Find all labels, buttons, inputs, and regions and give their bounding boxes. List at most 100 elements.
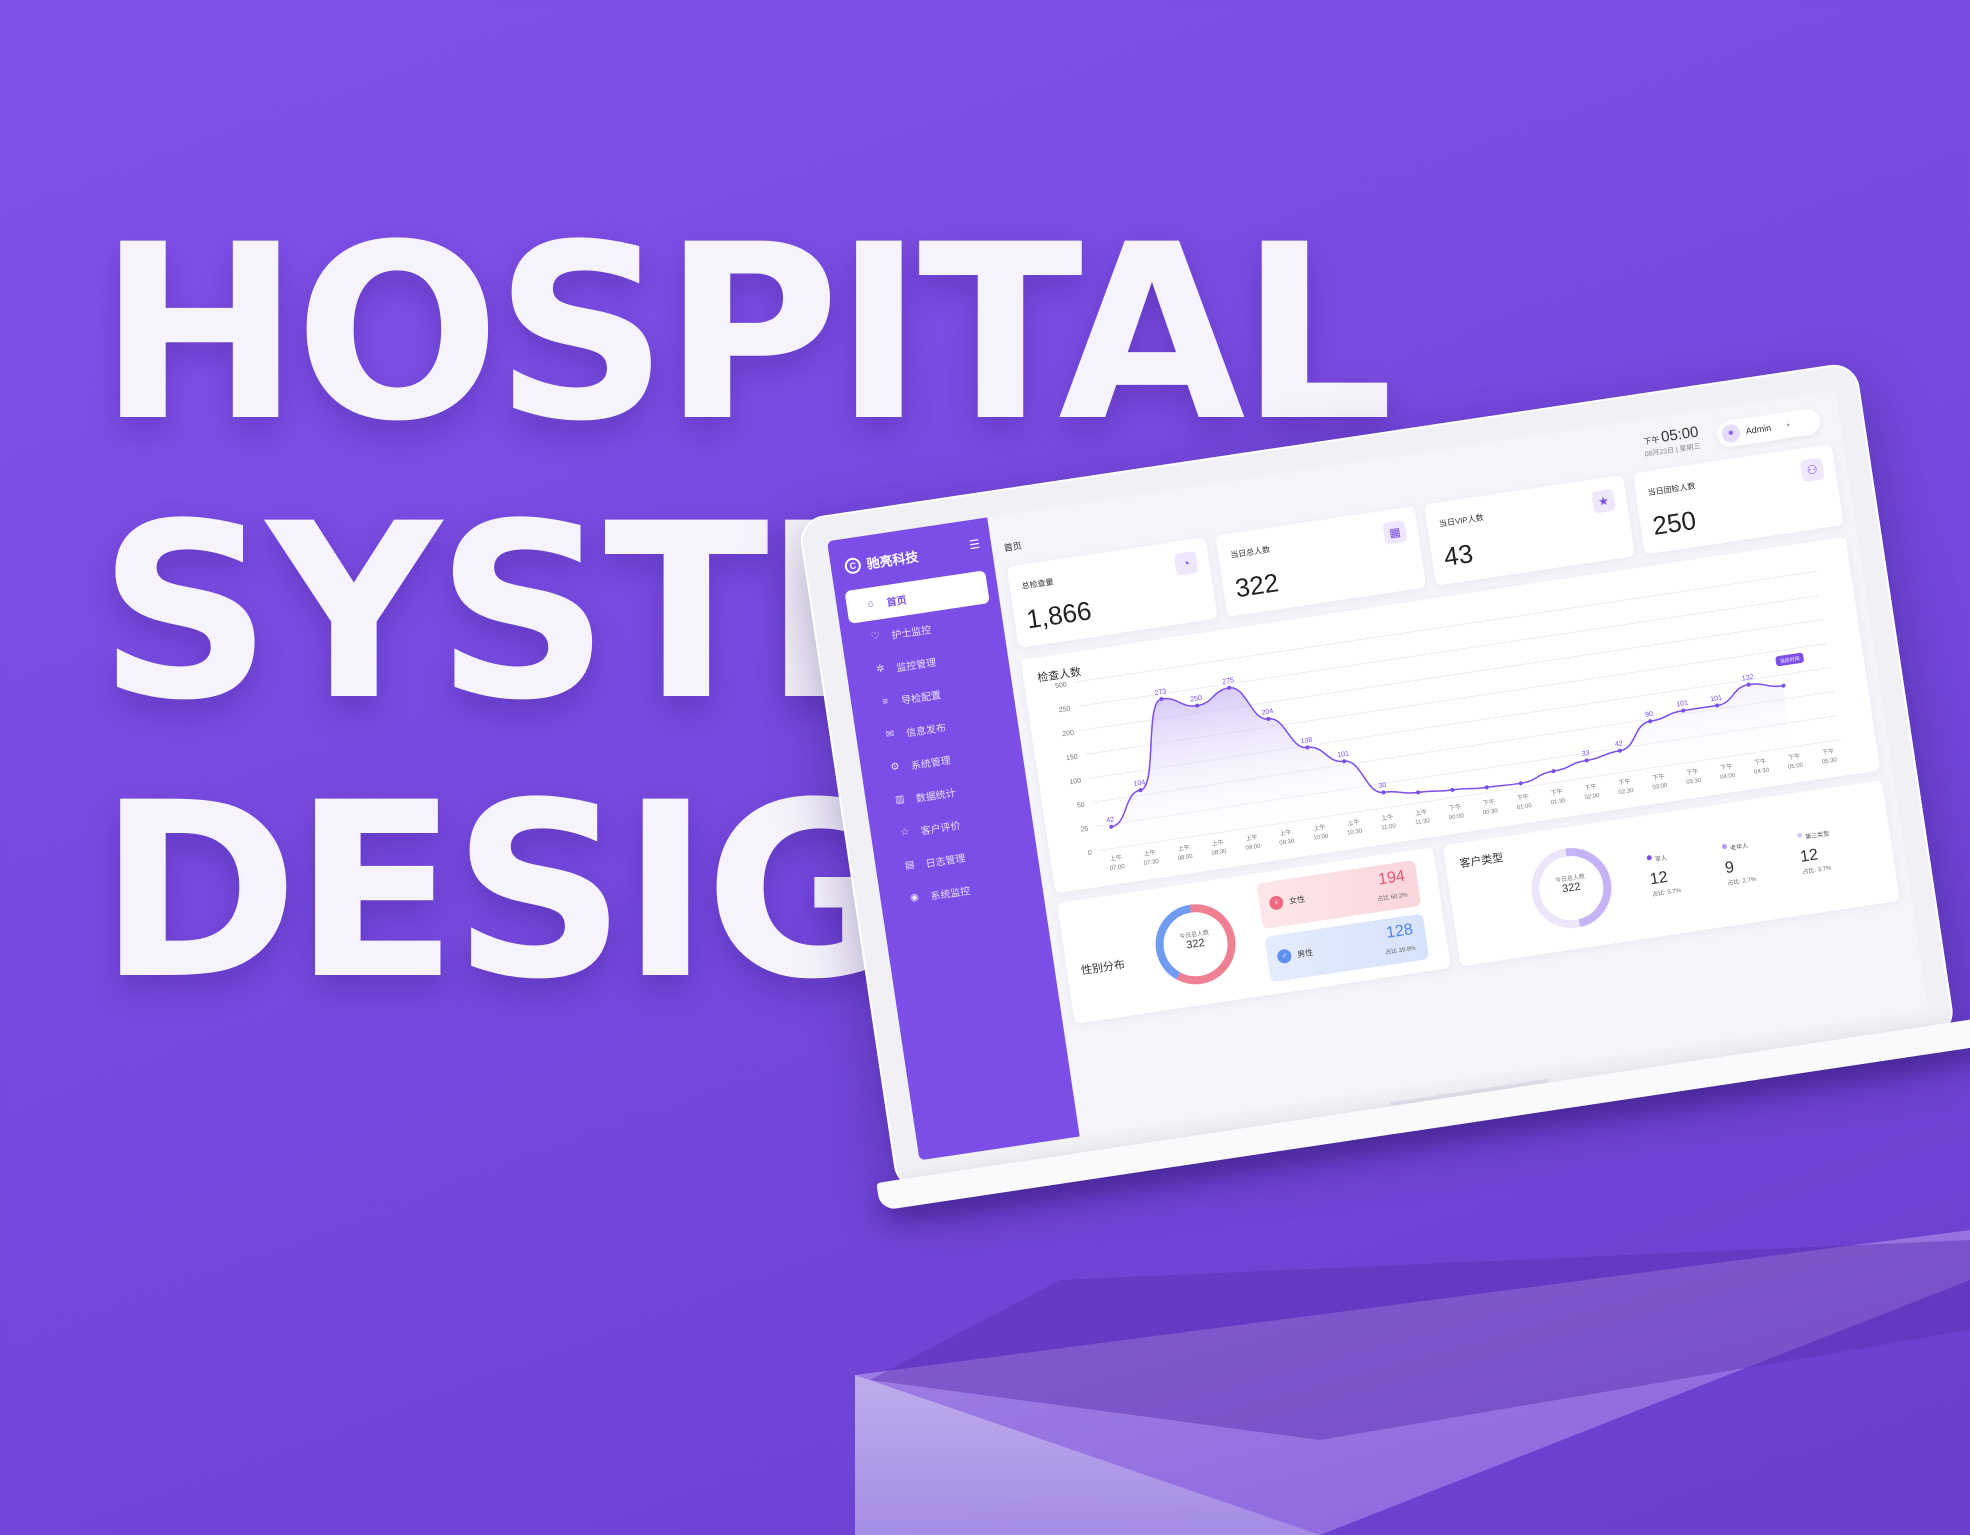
breadcrumb: 首页 [1003,540,1023,554]
x-tick-label: 下午 [1652,772,1665,782]
customer-type-third: 第三类型 12 占比: 3.7% [1796,817,1870,876]
x-tick-label: 下午 [1516,792,1529,802]
stat-card-daily-vip: 当日VIP人数 43 ★ [1424,474,1635,586]
settings-icon: ✲ [875,663,886,676]
data-label: 30 [1378,782,1387,790]
x-tick-label: 03:00 [1652,783,1668,791]
sidebar-item-label: 护士监控 [890,624,933,642]
x-tick-label: 10:30 [1347,828,1363,836]
chevron-down-icon: ▾ [1786,422,1791,429]
y-tick-label: 150 [1066,754,1079,763]
clock: 下午05:00 08月23日 | 星期三 [1641,423,1701,459]
y-tick-label: 250 [1058,705,1071,714]
star-message-icon: ☆ [899,826,911,839]
customer-type-military: 军人 12 占比: 3.7% [1646,840,1720,898]
x-tick-label: 05:00 [1788,762,1804,770]
document-icon: ▤ [904,859,916,872]
female-percent: 占比 60.2% [1376,892,1409,903]
gender-title: 性别分布 [1080,959,1126,978]
female-label: 女性 [1288,894,1306,906]
male-value: 128 [1385,921,1415,942]
home-icon: ⌂ [866,598,875,610]
x-tick-label: 04:30 [1754,768,1770,776]
main-content: 首页 下午05:00 08月23日 | 星期三 ● Admin ▾ 总检查量 1… [987,391,1928,1137]
x-tick-label: 上午 [1245,833,1258,843]
x-tick-label: 11:30 [1415,818,1431,826]
x-tick-label: 上午 [1211,838,1224,848]
x-tick-label: 09:00 [1245,844,1261,852]
mail-icon: ✉ [885,728,896,741]
card-value: 250 [1650,504,1698,541]
x-tick-label: 上午 [1143,848,1156,858]
male-percent: 占比 39.8% [1384,945,1417,957]
card-value: 322 [1233,567,1281,604]
legend-dot [1796,832,1803,839]
user-name: Admin [1745,422,1772,437]
x-tick-label: 00:30 [1483,808,1499,816]
x-tick-label: 下午 [1686,767,1699,777]
x-tick-label: 上午 [1177,843,1190,853]
x-tick-label: 下午 [1788,752,1801,762]
x-tick-label: 05:30 [1822,757,1838,765]
sidebar-item-label: 系统监控 [929,886,972,903]
card-label: 总检查量 [1021,577,1055,591]
x-tick-label: 下午 [1449,803,1462,813]
x-tick-label: 下午 [1482,797,1495,807]
female-icon: ♀ [1268,894,1285,911]
customer-title: 客户类型 [1458,851,1505,871]
data-label: 101 [1710,695,1723,704]
x-tick-label: 上午 [1415,808,1428,818]
stat-card-daily-group: 当日团检人数 250 ⚇ [1632,443,1844,555]
x-tick-label: 08:30 [1211,849,1227,857]
gear-icon: ⚙ [889,761,901,774]
x-tick-label: 上午 [1279,828,1292,838]
x-tick-label: 11:00 [1381,823,1397,831]
x-tick-label: 09:30 [1279,838,1295,846]
type-label: 老年人 [1729,843,1749,853]
data-label: 204 [1261,708,1274,717]
type-label: 军人 [1654,855,1668,864]
data-label: 42 [1615,740,1624,748]
bar-chart-icon: ▥ [894,793,906,807]
card-value: 43 [1441,538,1475,573]
x-tick-label: 01:30 [1550,798,1566,806]
user-menu[interactable]: ● Admin ▾ [1715,407,1822,449]
sidebar-item-label: 首页 [886,595,908,610]
x-tick-label: 上午 [1313,823,1326,833]
y-tick-label: 25 [1080,826,1089,834]
calendar-icon: ▦ [1382,519,1408,545]
data-label: 104 [1133,779,1146,788]
data-label: 275 [1222,677,1235,686]
data-label: 132 [1741,674,1754,683]
y-tick-label: 100 [1069,778,1082,787]
data-label: 90 [1645,711,1654,719]
data-label: 101 [1337,750,1350,759]
sliders-icon: ≡ [881,696,890,708]
stat-card-total-checks: 总检查量 1,866 ◔ [1006,537,1218,649]
x-tick-label: 下午 [1584,782,1597,792]
monitor-icon: ◉ [909,891,920,904]
data-label: 33 [1581,750,1590,758]
x-tick-label: 上午 [1109,853,1122,863]
x-tick-label: 01:00 [1516,803,1532,811]
menu-toggle-icon[interactable]: ☰ [968,537,981,552]
x-tick-label: 下午 [1618,777,1631,787]
data-label: 101 [1676,700,1689,709]
stat-card-daily-total: 当日总人数 322 ▦ [1215,506,1427,617]
x-tick-label: 下午 [1720,762,1733,772]
x-tick-label: 07:30 [1143,859,1159,867]
card-label: 当日总人数 [1229,544,1271,560]
x-tick-label: 下午 [1822,747,1835,757]
avatar: ● [1720,423,1742,444]
star-icon: ★ [1591,488,1617,514]
y-tick-label: 200 [1062,730,1075,739]
x-tick-label: 上午 [1381,813,1394,823]
group-icon: ⚇ [1799,457,1825,483]
data-label: 250 [1190,695,1203,704]
card-label: 当日VIP人数 [1438,513,1485,529]
logo-icon: C [843,556,862,575]
data-label: 138 [1300,737,1313,746]
x-tick-label: 下午 [1550,787,1563,797]
y-tick-label: 0 [1088,850,1093,858]
sidebar-item-label: 数据统计 [915,788,957,805]
